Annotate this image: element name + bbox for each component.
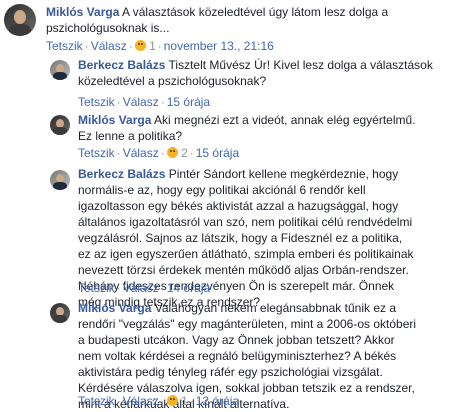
avatar[interactable] xyxy=(50,170,70,190)
reaction-count[interactable]: 1 xyxy=(149,39,156,53)
comment-author[interactable]: Miklós Varga xyxy=(78,113,151,127)
avatar[interactable] xyxy=(4,4,36,36)
avatar-body xyxy=(53,182,67,190)
comment-actions: Tetszik · Válasz · 15 órája xyxy=(78,95,211,109)
comment-text: Berkecz Balázs Tisztelt Művész Úr! Kivel… xyxy=(78,57,438,89)
reply-button[interactable]: Válasz xyxy=(123,394,159,408)
avatar-face xyxy=(56,118,64,128)
comment-actions: Tetszik · Válasz · 14 órája xyxy=(78,281,211,295)
avatar-body xyxy=(53,127,67,135)
avatar[interactable] xyxy=(50,60,70,80)
reply-button[interactable]: Válasz xyxy=(91,39,127,53)
reaction-count[interactable]: 1 xyxy=(181,394,188,408)
timestamp[interactable]: 15 órája xyxy=(167,95,210,109)
comment-text: Miklós Varga Aki megnézi ezt a videót, a… xyxy=(78,112,418,144)
comment-author[interactable]: Berkecz Balázs xyxy=(78,58,165,72)
avatar[interactable] xyxy=(50,303,70,323)
comment-actions: Tetszik · Válasz · 1 · 12 órája xyxy=(78,394,240,408)
avatar-face xyxy=(56,63,64,73)
timestamp[interactable]: 14 órája xyxy=(167,281,210,295)
timestamp[interactable]: 12 órája xyxy=(196,394,239,408)
comment-text: Miklós Varga A választások közeledtével … xyxy=(46,4,426,36)
avatar-body xyxy=(8,23,32,36)
avatar-body xyxy=(53,315,67,323)
like-button[interactable]: Tetszik xyxy=(46,39,83,53)
like-button[interactable]: Tetszik xyxy=(78,146,115,160)
comment-author[interactable]: Miklós Varga xyxy=(78,301,151,315)
reply-button[interactable]: Válasz xyxy=(123,95,159,109)
comment-actions: Tetszik · Válasz · 1 · november 13., 21:16 xyxy=(46,39,274,53)
like-button[interactable]: Tetszik xyxy=(78,281,115,295)
haha-reaction-icon[interactable] xyxy=(166,147,178,158)
comment-actions: Tetszik · Válasz · 2 · 15 órája xyxy=(78,146,240,160)
avatar-face xyxy=(13,9,27,25)
reply-button[interactable]: Válasz xyxy=(123,281,159,295)
haha-reaction-icon[interactable] xyxy=(166,395,178,406)
timestamp[interactable]: 15 órája xyxy=(196,146,239,160)
reply-button[interactable]: Válasz xyxy=(123,146,159,160)
like-button[interactable]: Tetszik xyxy=(78,95,115,109)
avatar-body xyxy=(53,72,67,80)
haha-reaction-icon[interactable] xyxy=(134,40,146,51)
comment-author[interactable]: Miklós Varga xyxy=(46,5,119,19)
reaction-count[interactable]: 2 xyxy=(181,146,188,160)
comment-author[interactable]: Berkecz Balázs xyxy=(78,167,165,181)
avatar[interactable] xyxy=(50,115,70,135)
avatar-face xyxy=(56,306,64,316)
like-button[interactable]: Tetszik xyxy=(78,394,115,408)
timestamp[interactable]: november 13., 21:16 xyxy=(164,39,274,53)
avatar-face xyxy=(56,173,64,183)
